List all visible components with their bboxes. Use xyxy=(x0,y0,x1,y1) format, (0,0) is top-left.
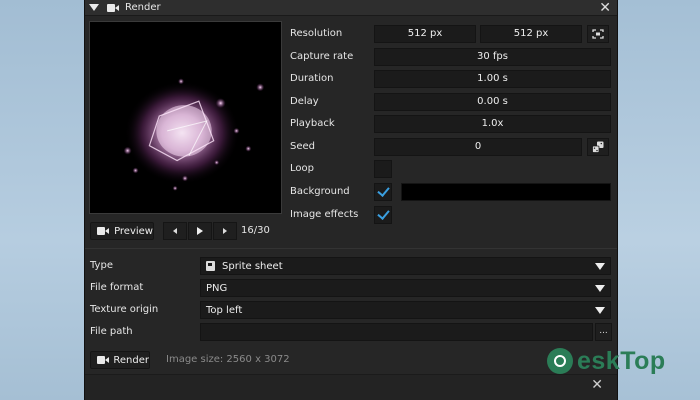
collapse-toggle[interactable] xyxy=(85,0,103,16)
texture-origin-label: Texture origin xyxy=(90,304,159,315)
seed-field[interactable]: 0 xyxy=(374,138,582,156)
chevron-down-icon xyxy=(595,285,605,292)
render-button-label: Render xyxy=(113,354,149,366)
capture-rate-field[interactable]: 30 fps xyxy=(374,48,611,66)
bottom-bar xyxy=(85,374,617,400)
capture-rate-label: Capture rate xyxy=(290,51,354,62)
play-button[interactable] xyxy=(188,222,212,240)
resolution-height-field[interactable]: 512 px xyxy=(480,25,582,43)
file-format-value: PNG xyxy=(206,282,228,294)
chevron-left-icon xyxy=(173,228,177,234)
watermark: eskTop xyxy=(547,341,693,381)
camera-icon xyxy=(97,356,109,364)
section-divider xyxy=(85,248,617,249)
texture-origin-value: Top left xyxy=(206,304,243,316)
chevron-down-icon xyxy=(89,4,99,11)
resolution-label: Resolution xyxy=(290,28,343,39)
type-label: Type xyxy=(90,260,113,271)
camera-icon xyxy=(107,3,119,12)
render-button[interactable]: Render xyxy=(90,351,150,369)
duration-field[interactable]: 1.00 s xyxy=(374,70,611,88)
render-window: Render ✕ Preview 16/30 Resolution 512 px… xyxy=(84,0,618,400)
frame-counter: 16/30 xyxy=(241,225,270,236)
desktop-background-right xyxy=(618,0,700,400)
render-preview xyxy=(89,21,282,214)
next-frame-button[interactable] xyxy=(213,222,237,240)
play-icon xyxy=(197,227,203,235)
checkmark-icon xyxy=(377,184,390,197)
background-checkbox[interactable] xyxy=(374,183,392,201)
playback-field[interactable]: 1.0x xyxy=(374,115,611,133)
preview-button[interactable]: Preview xyxy=(90,222,154,240)
chevron-down-icon xyxy=(595,263,605,270)
preview-button-label: Preview xyxy=(114,225,153,237)
resolution-width-field[interactable]: 512 px xyxy=(374,25,476,43)
watermark-logo-icon xyxy=(547,348,573,374)
image-effects-label: Image effects xyxy=(290,209,359,220)
duration-label: Duration xyxy=(290,73,334,84)
background-label: Background xyxy=(290,186,350,197)
previous-frame-button[interactable] xyxy=(163,222,187,240)
window-title: Render xyxy=(125,2,161,13)
chevron-right-icon xyxy=(223,228,227,234)
checkmark-icon xyxy=(377,207,390,220)
image-size-text: Image size: 2560 x 3072 xyxy=(166,354,290,365)
seed-label: Seed xyxy=(290,141,315,152)
file-format-label: File format xyxy=(90,282,144,293)
fullscreen-icon xyxy=(592,29,604,39)
browse-button[interactable]: ... xyxy=(595,323,612,341)
texture-origin-dropdown[interactable]: Top left xyxy=(200,301,611,319)
close-icon[interactable]: ✕ xyxy=(599,0,611,16)
dice-icon xyxy=(592,141,604,153)
delay-label: Delay xyxy=(290,96,319,107)
playback-label: Playback xyxy=(290,118,335,129)
desktop-background-left xyxy=(0,0,84,400)
chevron-down-icon xyxy=(595,307,605,314)
particle-preview-image xyxy=(90,22,281,213)
randomize-seed-button[interactable] xyxy=(587,138,609,156)
delay-field[interactable]: 0.00 s xyxy=(374,93,611,111)
type-dropdown[interactable]: Sprite sheet xyxy=(200,257,611,275)
loop-label: Loop xyxy=(290,163,314,174)
image-effects-checkbox[interactable] xyxy=(374,206,392,224)
title-bar: Render ✕ xyxy=(85,0,617,16)
file-format-dropdown[interactable]: PNG xyxy=(200,279,611,297)
file-path-label: File path xyxy=(90,326,133,337)
loop-checkbox[interactable] xyxy=(374,160,392,178)
fit-resolution-button[interactable] xyxy=(587,25,609,43)
image-file-icon xyxy=(206,261,215,271)
watermark-text: eskTop xyxy=(577,346,666,375)
file-path-input[interactable] xyxy=(200,323,593,341)
background-color-swatch[interactable] xyxy=(401,183,611,201)
type-value: Sprite sheet xyxy=(222,260,283,272)
camera-icon xyxy=(97,227,109,235)
